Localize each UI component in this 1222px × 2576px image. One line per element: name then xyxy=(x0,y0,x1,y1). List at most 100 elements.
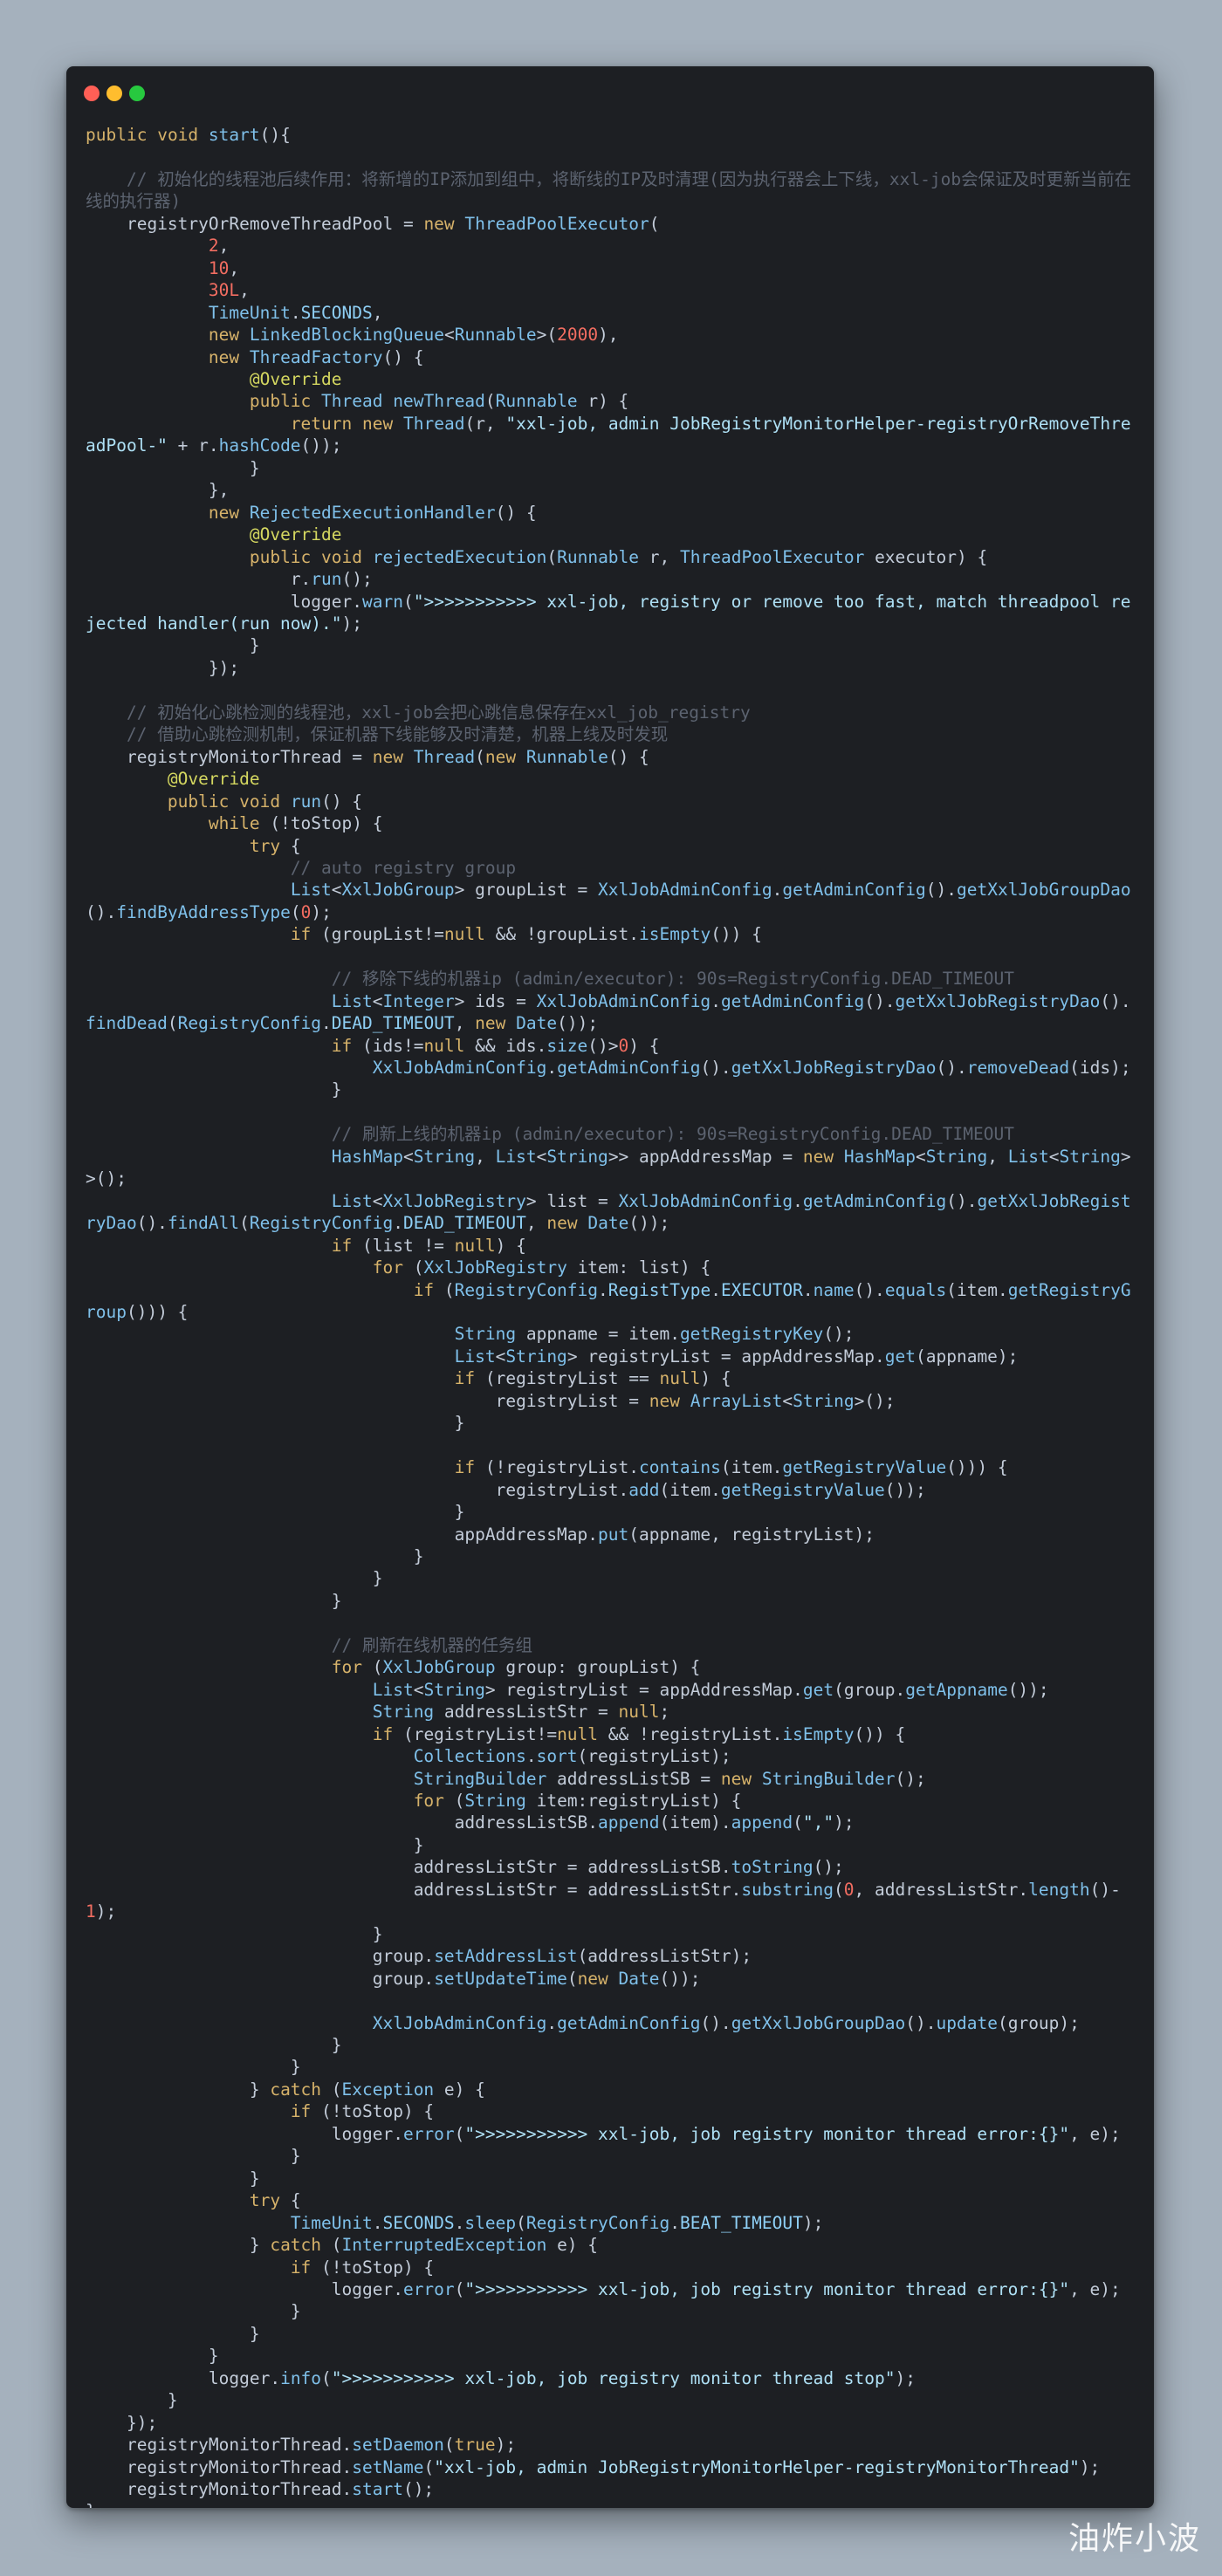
code-line: HashMap<String, List<String>> appAddress… xyxy=(86,1146,1131,1189)
code-line: ​ xyxy=(86,1612,1138,1634)
code-line: }); xyxy=(86,2412,158,2433)
code-line: logger.warn(">>>>>>>>>>> xxl-job, regist… xyxy=(86,591,1131,634)
code-line: }, xyxy=(86,480,230,501)
code-line: } xyxy=(86,2057,301,2078)
code-line: try { xyxy=(249,835,301,856)
code-line: if (!registryList.contains(item.getRegis… xyxy=(454,1457,1008,1478)
code-line: group.setAddressList(addressListStr); xyxy=(86,1946,752,1967)
code-line: public void start(){ xyxy=(86,125,291,145)
code-line: addressListSB.append(item).append(","); xyxy=(86,1812,855,1833)
code-line: if (registryList == null) { xyxy=(454,1368,731,1389)
code-line: public void rejectedExecution(Runnable r… xyxy=(249,546,988,567)
code-line: 10, xyxy=(208,257,240,278)
code-line: } xyxy=(86,2390,178,2411)
code-line: while (!toStop) { xyxy=(208,813,383,834)
code-line: for (XxlJobGroup group: groupList) { xyxy=(331,1657,701,1678)
code-line: registryMonitorThread = new Thread(new R… xyxy=(86,746,649,767)
code-line: List<XxlJobRegistry> list = XxlJobAdminC… xyxy=(86,1190,1131,1234)
code-line: 30L, xyxy=(208,280,250,301)
code-line: // 刷新在线机器的任务组 xyxy=(331,1634,532,1655)
code-line: } catch (InterruptedException e) { xyxy=(86,2235,599,2256)
code-line: registryList.add(item.getRegistryValue()… xyxy=(86,1479,926,1500)
code-line: // 借助心跳检测机制，保证机器下线能够及时清楚，机器上线及时发现 xyxy=(126,724,669,745)
code-line: return new Thread(r, "xxl-job, admin Job… xyxy=(86,413,1131,456)
code-line: } xyxy=(86,2346,219,2367)
code-line: // auto registry group xyxy=(290,857,517,878)
code-line: logger.error(">>>>>>>>>>> xxl-job, job r… xyxy=(86,2123,1121,2144)
code-line: }); xyxy=(86,657,240,678)
code-line: if (ids!=null && ids.size()>0) { xyxy=(331,1035,660,1056)
code-line: } xyxy=(86,1079,342,1100)
code-line: } xyxy=(86,2323,260,2344)
code-line: // 刷新上线的机器ip (admin/executor): 90s=Regis… xyxy=(331,1124,1014,1145)
code-line: logger.info(">>>>>>>>>>> xxl-job, job re… xyxy=(86,2367,916,2388)
code-line: addressListStr = addressListStr.substrin… xyxy=(86,1879,1121,1922)
code-window: public void start(){​ // 初始化的线程池后续作用：将新增… xyxy=(66,66,1154,2508)
code-line: // 移除下线的机器ip (admin/executor): 90s=Regis… xyxy=(331,969,1014,990)
code-line: StringBuilder addressListSB = new String… xyxy=(413,1768,926,1789)
code-line: List<Integer> ids = XxlJobAdminConfig.ge… xyxy=(86,990,1131,1034)
code-line: for (String item:registryList) { xyxy=(413,1790,742,1811)
code-line: } xyxy=(86,1413,465,1434)
code-line: } xyxy=(86,457,260,478)
code-line: } xyxy=(86,2301,301,2322)
code-line: } xyxy=(86,1834,424,1855)
code-line: 2, xyxy=(208,236,230,257)
code-line: List<XxlJobGroup> groupList = XxlJobAdmi… xyxy=(86,880,1131,922)
code-line: TimeUnit.SECONDS, xyxy=(208,302,383,323)
code-line: Collections.sort(registryList); xyxy=(413,1746,731,1767)
code-line: List<String> registryList = appAddressMa… xyxy=(372,1679,1049,1700)
code-line: registryMonitorThread.setDaemon(true); xyxy=(86,2435,517,2456)
code-line: if (!toStop) { xyxy=(290,2101,435,2122)
code-line: @Override xyxy=(167,769,260,790)
code-line: new ThreadFactory() { xyxy=(208,346,424,367)
code-line: } xyxy=(86,2146,301,2167)
code-line: registryList = new ArrayList<String>(); xyxy=(86,1390,896,1411)
code-line: for (XxlJobRegistry item: list) { xyxy=(372,1257,711,1278)
code-line: ​ xyxy=(86,1435,1138,1456)
code-line: ​ xyxy=(86,1101,1138,1123)
code-line: } xyxy=(86,1546,424,1566)
code-line: String addressListStr = null; xyxy=(372,1702,670,1723)
code-line: new RejectedExecutionHandler() { xyxy=(208,502,537,523)
code-line: new LinkedBlockingQueue<Runnable>(2000), xyxy=(208,325,619,346)
code-line: if (list != null) { xyxy=(331,1235,526,1256)
code-line: appAddressMap.put(appname, registryList)… xyxy=(86,1524,875,1545)
code-line: public void run() { xyxy=(167,791,363,812)
code-line: } xyxy=(86,1590,342,1611)
code-line: } xyxy=(86,1502,465,1523)
code-line: group.setUpdateTime(new Date()); xyxy=(86,1968,701,1989)
code-line: // 初始化心跳检测的线程池，xxl-job会把心跳信息保存在xxl_job_r… xyxy=(126,702,751,723)
code-line: try { xyxy=(249,2190,301,2211)
code-line: } xyxy=(86,635,260,656)
code-line: XxlJobAdminConfig.getAdminConfig().getXx… xyxy=(372,2012,1080,2033)
minimize-icon[interactable] xyxy=(106,86,122,101)
code-line: ​ xyxy=(86,679,1138,701)
code-line: public Thread newThread(Runnable r) { xyxy=(249,391,629,412)
code-line: @Override xyxy=(249,368,342,389)
close-icon[interactable] xyxy=(84,86,100,101)
code-line: if (!toStop) { xyxy=(290,2257,435,2278)
code-line: if (groupList!=null && !groupList.isEmpt… xyxy=(290,924,762,945)
code-line: } xyxy=(86,2168,260,2189)
code-line: if (registryList!=null && !registryList.… xyxy=(372,1723,906,1744)
code-line: registryOrRemoveThreadPool = new ThreadP… xyxy=(86,213,660,234)
code-line: } catch (Exception e) { xyxy=(86,2079,485,2100)
code-line: } xyxy=(86,2034,342,2055)
code-line: ​ xyxy=(86,146,1138,168)
title-bar xyxy=(66,66,1154,119)
code-line: } xyxy=(86,1923,383,1944)
code-line: XxlJobAdminConfig.getAdminConfig().getXx… xyxy=(372,1058,1131,1079)
code-block: public void start(){​ // 初始化的线程池后续作用：将新增… xyxy=(86,124,1138,2508)
code-line: } xyxy=(86,1568,383,1589)
code-line: String appname = item.getRegistryKey(); xyxy=(454,1324,855,1345)
code-line: // 初始化的线程池后续作用：将新增的IP添加到组中，将断线的IP及时清理(因为… xyxy=(86,168,1132,212)
code-line: logger.error(">>>>>>>>>>> xxl-job, job r… xyxy=(86,2278,1121,2299)
code-line: List<String> registryList = appAddressMa… xyxy=(454,1346,1019,1367)
code-line: ​ xyxy=(86,1990,1138,2011)
code-line: ​ xyxy=(86,946,1138,968)
code-line: addressListStr = addressListSB.toString(… xyxy=(86,1857,844,1878)
code-line: @Override xyxy=(249,524,342,545)
zoom-icon[interactable] xyxy=(129,86,145,101)
code-line: TimeUnit.SECONDS.sleep(RegistryConfig.BE… xyxy=(290,2212,824,2233)
